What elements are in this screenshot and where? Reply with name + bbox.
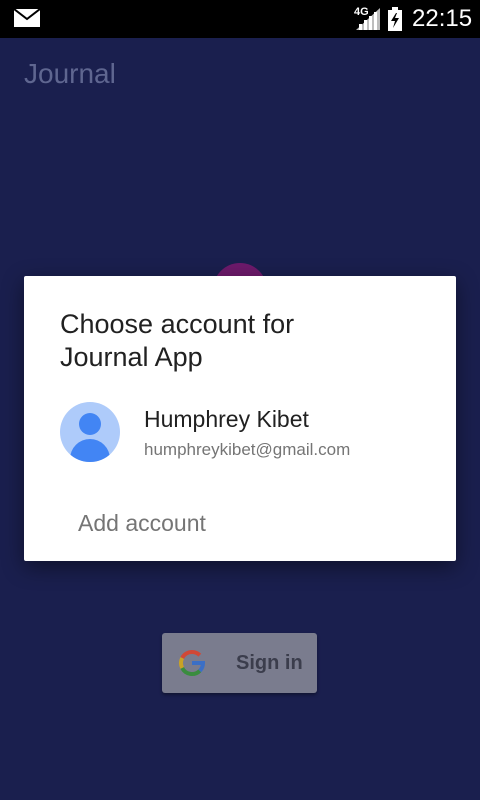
avatar-head bbox=[79, 413, 101, 435]
dialog-title: Choose account for Journal App bbox=[60, 309, 295, 372]
avatar-body bbox=[70, 439, 110, 462]
account-chooser-dialog: Choose account for Journal App Humphrey … bbox=[24, 276, 456, 561]
person-avatar-icon bbox=[60, 402, 120, 462]
account-item[interactable]: Humphrey Kibet humphreykibet@gmail.com bbox=[60, 402, 420, 466]
account-name: Humphrey Kibet bbox=[144, 406, 309, 432]
clock: 22:15 bbox=[412, 5, 473, 32]
google-g-icon bbox=[179, 649, 206, 676]
google-signin-button[interactable]: Sign in bbox=[162, 633, 317, 693]
app-title: Journal bbox=[24, 58, 116, 89]
status-bar: 4G 22:15 bbox=[0, 0, 480, 38]
mail-icon bbox=[14, 9, 40, 27]
battery-charging-icon bbox=[388, 7, 402, 31]
signin-label: Sign in bbox=[236, 652, 303, 674]
account-email: humphreykibet@gmail.com bbox=[144, 440, 351, 459]
signal-icon bbox=[356, 8, 380, 30]
add-account-button[interactable]: Add account bbox=[78, 510, 206, 537]
